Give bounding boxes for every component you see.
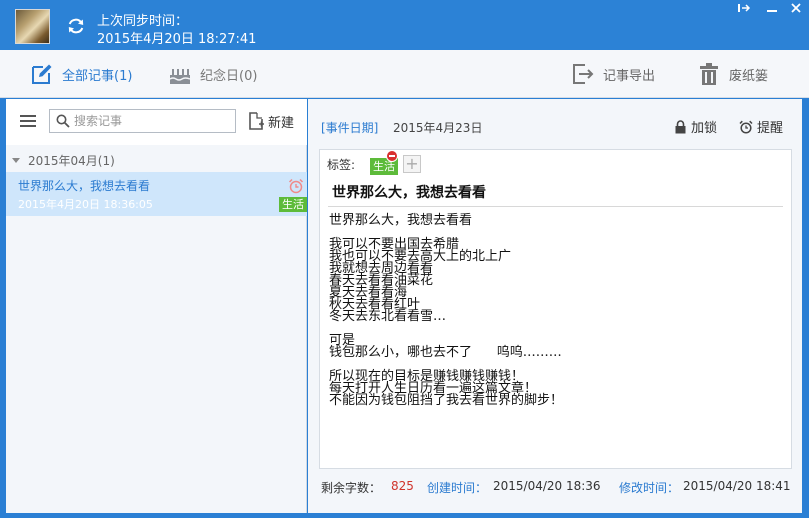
edit-icon	[32, 64, 52, 84]
alarm-clock-icon	[288, 178, 304, 194]
lock-icon	[675, 119, 686, 133]
notes-list-pane: 新建 2015年04月(1) 世界那么大，我想去看看 2015年4月20日 18…	[6, 99, 307, 513]
note-line: 不能因为钱包阻挡了我去看世界的脚步！	[329, 393, 564, 408]
list-item-title: 世界那么大，我想去看看	[18, 179, 151, 193]
new-note-icon	[249, 112, 264, 130]
month-group-header[interactable]: 2015年04月(1)	[6, 149, 307, 171]
note-detail-pane: [事件日期] 2015年4月23日 加锁 提醒 标签: 生活 + 世界那么大，我…	[308, 99, 802, 513]
search-input[interactable]	[74, 112, 232, 130]
trash-icon	[700, 63, 718, 85]
main-toolbar: 全部记事(1) 纪念日(0) 记事导出 废纸篓	[0, 50, 809, 98]
anniversary-button[interactable]: 纪念日(0)	[168, 50, 257, 98]
title-bar: 上次同步时间： 2015年4月20日 18:27:41	[0, 0, 809, 50]
heading-divider	[328, 206, 783, 207]
lock-button[interactable]: 加锁	[674, 117, 717, 136]
remaining-label: 剩余字数：	[321, 481, 382, 495]
all-notes-button[interactable]: 全部记事(1)	[30, 50, 132, 98]
note-line: 钱包那么小，哪也去不了 呜呜………	[329, 345, 562, 360]
tags-label: 标签:	[327, 158, 356, 172]
tags-row: 标签: 生活 +	[320, 150, 791, 178]
alarm-icon	[739, 120, 753, 134]
sync-icon[interactable]	[66, 16, 86, 36]
export-button[interactable]: 记事导出	[571, 50, 655, 98]
menu-icon[interactable]	[19, 113, 37, 129]
minimize-icon[interactable]	[762, 2, 782, 20]
export-label: 记事导出	[603, 68, 656, 84]
modified-label: 修改时间：	[619, 481, 680, 495]
export-icon	[573, 64, 594, 84]
lock-label: 加锁	[691, 121, 718, 136]
close-icon[interactable]	[786, 2, 806, 20]
remaining-count: 825	[391, 479, 414, 493]
collapse-triangle-icon	[12, 157, 20, 163]
modified-value: 2015/04/20 18:41	[683, 479, 791, 493]
list-item-date: 2015年4月20日 18:36:05	[18, 198, 153, 211]
list-header: 新建	[6, 99, 307, 145]
note-heading[interactable]: 世界那么大，我想去看看	[332, 182, 486, 202]
status-bar: 剩余字数： 825 创建时间： 2015/04/20 18:36 修改时间： 2…	[308, 479, 802, 499]
cake-icon	[169, 69, 191, 84]
list-item[interactable]: 世界那么大，我想去看看 2015年4月20日 18:36:05 生活	[6, 172, 307, 216]
note-blank-line	[329, 323, 784, 335]
trash-label: 废纸篓	[729, 68, 769, 84]
avatar[interactable]	[15, 9, 50, 44]
pin-icon[interactable]	[734, 2, 754, 20]
list-item-tag: 生活	[279, 197, 307, 212]
remove-tag-icon[interactable]	[386, 150, 398, 162]
anniversary-label: 纪念日(0)	[200, 68, 258, 84]
event-date-label[interactable]: [事件日期]	[321, 119, 378, 136]
remind-label: 提醒	[757, 121, 784, 136]
search-icon	[56, 114, 70, 128]
note-meta-row: [事件日期] 2015年4月23日 加锁 提醒	[308, 99, 802, 145]
event-date-value[interactable]: 2015年4月23日	[393, 119, 482, 136]
new-note-button[interactable]: 新建	[248, 111, 294, 131]
note-editor[interactable]: 标签: 生活 + 世界那么大，我想去看看 世界那么大，我想去看看 我可以不要出国去…	[319, 149, 792, 469]
all-notes-label: 全部记事(1)	[62, 68, 133, 84]
note-body[interactable]: 世界那么大，我想去看看 我可以不要出国去希腊 我也可以不要去高大上的北上广 我就想去周…	[329, 213, 784, 408]
note-line: 世界那么大，我想去看看	[329, 213, 473, 228]
month-group-label: 2015年04月(1)	[28, 153, 115, 168]
created-value: 2015/04/20 18:36	[493, 479, 601, 493]
note-line: 冬天去东北看看雪…	[329, 309, 447, 324]
created-label: 创建时间：	[427, 481, 488, 495]
add-tag-button[interactable]: +	[403, 155, 421, 173]
new-note-label: 新建	[268, 115, 295, 131]
remind-button[interactable]: 提醒	[739, 117, 783, 136]
sync-time: 2015年4月20日 18:27:41	[97, 32, 257, 47]
trash-button[interactable]: 废纸篓	[697, 50, 768, 98]
sync-label: 上次同步时间：	[97, 14, 189, 29]
search-box[interactable]	[49, 109, 236, 133]
